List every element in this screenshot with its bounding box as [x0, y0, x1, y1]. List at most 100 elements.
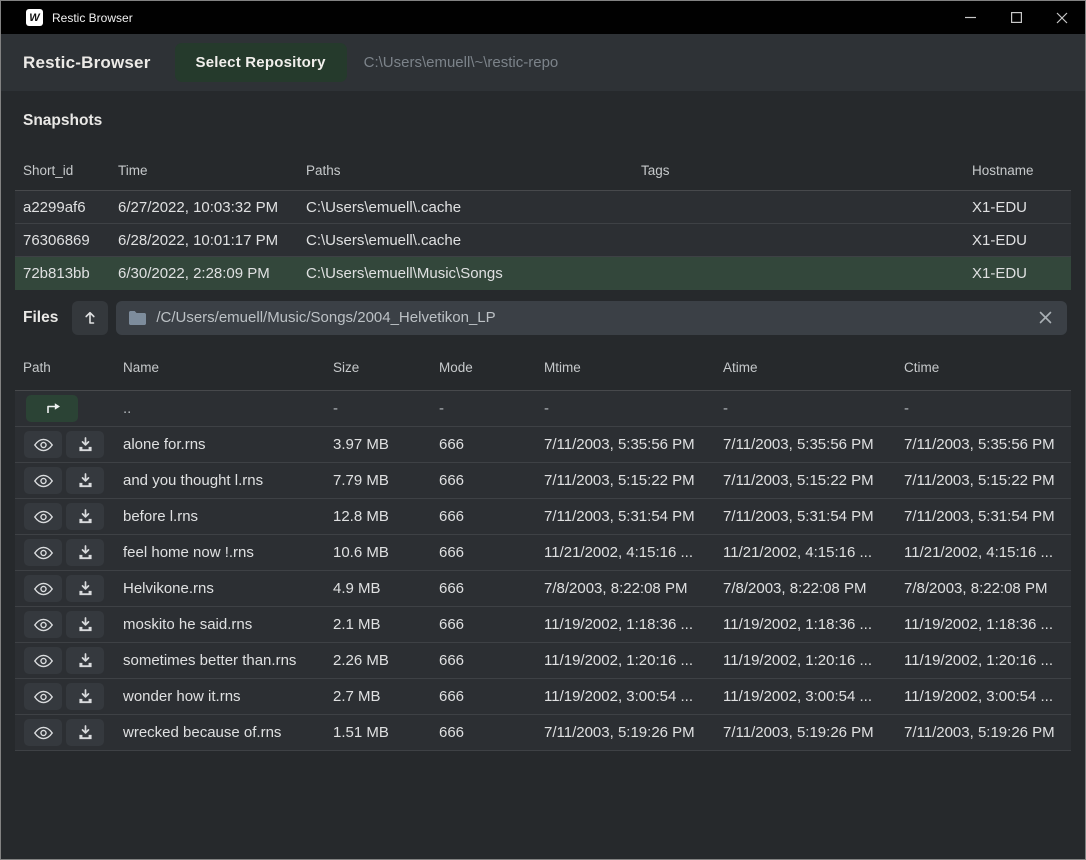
- file-name: and you thought l.rns: [115, 472, 325, 489]
- parent-row-mode: -: [431, 400, 536, 417]
- download-file-button[interactable]: [66, 611, 104, 638]
- app-logo-icon: W: [26, 9, 43, 26]
- arrow-up-right-icon: [44, 402, 61, 415]
- file-row[interactable]: before l.rns 12.8 MB 666 7/11/2003, 5:31…: [15, 499, 1071, 535]
- preview-file-button[interactable]: [24, 575, 62, 602]
- file-name: wrecked because of.rns: [115, 724, 325, 741]
- clear-path-button[interactable]: [1037, 309, 1054, 326]
- file-ctime: 7/11/2003, 5:31:54 PM: [896, 508, 1071, 525]
- file-size: 2.1 MB: [325, 616, 431, 633]
- parent-row-name: ..: [115, 400, 325, 417]
- file-atime: 7/11/2003, 5:15:22 PM: [715, 472, 896, 489]
- snapshots-heading: Snapshots: [1, 91, 1085, 151]
- preview-file-button[interactable]: [24, 431, 62, 458]
- file-atime: 11/19/2002, 1:18:36 ...: [715, 616, 896, 633]
- file-ctime: 11/19/2002, 1:20:16 ...: [896, 652, 1071, 669]
- app-header: Restic-Browser Select Repository C:\User…: [1, 34, 1085, 91]
- preview-file-button[interactable]: [24, 683, 62, 710]
- files-heading: Files: [23, 309, 58, 327]
- download-file-button[interactable]: [66, 647, 104, 674]
- snapshot-short-id: 72b813bb: [15, 265, 110, 282]
- clear-icon: [1039, 311, 1052, 324]
- preview-file-button[interactable]: [24, 719, 62, 746]
- go-up-button[interactable]: [26, 395, 78, 422]
- file-name: wonder how it.rns: [115, 688, 325, 705]
- repository-path: C:\Users\emuell\~\restic-repo: [364, 54, 559, 71]
- file-row[interactable]: feel home now !.rns 10.6 MB 666 11/21/20…: [15, 535, 1071, 571]
- eye-icon: [34, 582, 53, 596]
- snapshot-paths: C:\Users\emuell\Music\Songs: [298, 265, 633, 282]
- preview-file-button[interactable]: [24, 503, 62, 530]
- maximize-icon: [1011, 12, 1022, 23]
- snapshot-paths: C:\Users\emuell\.cache: [298, 199, 633, 216]
- file-row[interactable]: and you thought l.rns 7.79 MB 666 7/11/2…: [15, 463, 1071, 499]
- arrow-up-icon: [83, 310, 97, 325]
- col-name: Name: [115, 360, 325, 375]
- file-ctime: 11/19/2002, 1:18:36 ...: [896, 616, 1071, 633]
- parent-row-actions: [15, 395, 115, 422]
- download-file-button[interactable]: [66, 539, 104, 566]
- snapshot-row[interactable]: a2299af6 6/27/2022, 10:03:32 PM C:\Users…: [15, 191, 1071, 224]
- snapshots-rows: a2299af6 6/27/2022, 10:03:32 PM C:\Users…: [15, 191, 1071, 290]
- file-ctime: 7/11/2003, 5:35:56 PM: [896, 436, 1071, 453]
- file-ctime: 11/19/2002, 3:00:54 ...: [896, 688, 1071, 705]
- col-ctime: Ctime: [896, 360, 1071, 375]
- files-bar: Files /C/Users/emuell/Music/Songs/2004_H…: [1, 290, 1085, 345]
- col-size: Size: [325, 360, 431, 375]
- parent-directory-row[interactable]: .. - - - - -: [15, 391, 1071, 427]
- preview-file-button[interactable]: [24, 467, 62, 494]
- col-paths: Paths: [298, 163, 633, 178]
- preview-file-button[interactable]: [24, 539, 62, 566]
- file-row[interactable]: sometimes better than.rns 2.26 MB 666 11…: [15, 643, 1071, 679]
- preview-file-button[interactable]: [24, 647, 62, 674]
- snapshot-row[interactable]: 72b813bb 6/30/2022, 2:28:09 PM C:\Users\…: [15, 257, 1071, 290]
- files-table: Path Name Size Mode Mtime Atime Ctime ..…: [15, 345, 1071, 751]
- eye-icon: [34, 618, 53, 632]
- maximize-button[interactable]: [993, 1, 1039, 34]
- download-file-button[interactable]: [66, 431, 104, 458]
- files-table-header: Path Name Size Mode Mtime Atime Ctime: [15, 345, 1071, 391]
- file-row[interactable]: wrecked because of.rns 1.51 MB 666 7/11/…: [15, 715, 1071, 751]
- snapshots-table-header: Short_id Time Paths Tags Hostname: [15, 151, 1071, 191]
- snapshot-time: 6/27/2022, 10:03:32 PM: [110, 199, 298, 216]
- go-to-root-button[interactable]: [72, 301, 108, 335]
- file-row-actions: [15, 611, 115, 638]
- parent-row-mtime: -: [536, 400, 715, 417]
- close-button[interactable]: [1039, 1, 1085, 34]
- file-row[interactable]: Helvikone.rns 4.9 MB 666 7/8/2003, 8:22:…: [15, 571, 1071, 607]
- folder-icon: [129, 311, 146, 325]
- file-atime: 7/11/2003, 5:31:54 PM: [715, 508, 896, 525]
- file-row[interactable]: wonder how it.rns 2.7 MB 666 11/19/2002,…: [15, 679, 1071, 715]
- preview-file-button[interactable]: [24, 611, 62, 638]
- file-name: sometimes better than.rns: [115, 652, 325, 669]
- file-size: 2.7 MB: [325, 688, 431, 705]
- file-ctime: 7/8/2003, 8:22:08 PM: [896, 580, 1071, 597]
- col-time: Time: [110, 163, 298, 178]
- file-atime: 11/19/2002, 3:00:54 ...: [715, 688, 896, 705]
- select-repository-button[interactable]: Select Repository: [175, 43, 347, 82]
- file-row[interactable]: moskito he said.rns 2.1 MB 666 11/19/200…: [15, 607, 1071, 643]
- file-atime: 7/8/2003, 8:22:08 PM: [715, 580, 896, 597]
- snapshot-time: 6/30/2022, 2:28:09 PM: [110, 265, 298, 282]
- download-icon: [78, 545, 93, 560]
- snapshot-paths: C:\Users\emuell\.cache: [298, 232, 633, 249]
- download-file-button[interactable]: [66, 719, 104, 746]
- download-file-button[interactable]: [66, 683, 104, 710]
- download-file-button[interactable]: [66, 503, 104, 530]
- eye-icon: [34, 438, 53, 452]
- current-path-input[interactable]: /C/Users/emuell/Music/Songs/2004_Helveti…: [116, 301, 1067, 335]
- col-mtime: Mtime: [536, 360, 715, 375]
- parent-row-size: -: [325, 400, 431, 417]
- download-icon: [78, 437, 93, 452]
- download-file-button[interactable]: [66, 467, 104, 494]
- file-size: 4.9 MB: [325, 580, 431, 597]
- minimize-button[interactable]: [947, 1, 993, 34]
- file-mtime: 11/19/2002, 1:20:16 ...: [536, 652, 715, 669]
- file-ctime: 11/21/2002, 4:15:16 ...: [896, 544, 1071, 561]
- file-row[interactable]: alone for.rns 3.97 MB 666 7/11/2003, 5:3…: [15, 427, 1071, 463]
- file-size: 7.79 MB: [325, 472, 431, 489]
- file-size: 3.97 MB: [325, 436, 431, 453]
- file-mtime: 7/8/2003, 8:22:08 PM: [536, 580, 715, 597]
- download-file-button[interactable]: [66, 575, 104, 602]
- snapshot-row[interactable]: 76306869 6/28/2022, 10:01:17 PM C:\Users…: [15, 224, 1071, 257]
